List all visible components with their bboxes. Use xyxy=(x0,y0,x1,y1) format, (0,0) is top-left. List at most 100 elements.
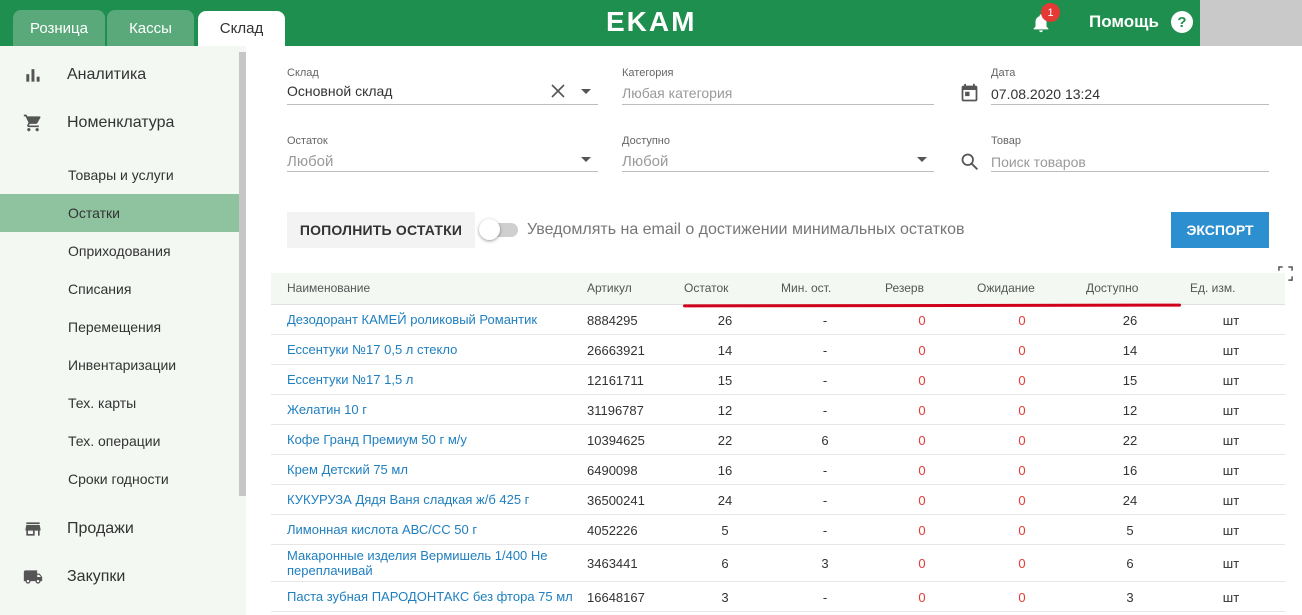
cell-reserve: 0 xyxy=(918,313,926,328)
table-row[interactable]: Ессентуки №17 0,5 л стекло 26663921 14 - 0 0 1… xyxy=(271,335,1285,365)
cell-waiting: 0 xyxy=(1018,343,1026,358)
cell-waiting: 0 xyxy=(1018,523,1026,538)
search-icon[interactable] xyxy=(959,151,980,172)
sidebar-item-expiry-dates[interactable]: Сроки годности xyxy=(0,460,239,498)
table-row[interactable]: Желатин 10 г 31196787 12 - 0 0 12 шт xyxy=(271,395,1285,425)
sidebar-item-purchases[interactable]: Закупки xyxy=(0,557,239,597)
chevron-down-icon[interactable] xyxy=(581,89,591,94)
sidebar-item-tech-cards[interactable]: Тех. карты xyxy=(0,384,239,422)
column-header-name[interactable]: Наименование xyxy=(287,281,370,295)
cell-balance: 12 xyxy=(717,403,733,418)
table-row[interactable]: Кофе Гранд Премиум 50 г м/у 10394625 22 6 0 0… xyxy=(271,425,1285,455)
cell-unit: шт xyxy=(1222,556,1240,571)
cell-sku: 6490098 xyxy=(587,463,638,478)
warehouse-select[interactable]: Основной склад xyxy=(287,83,392,99)
top-bar: Розница Кассы Склад EKAM 1 Помощь ? xyxy=(0,0,1302,46)
cell-unit: шт xyxy=(1222,343,1240,358)
sidebar-item-label: Продажи xyxy=(67,520,134,537)
table-row[interactable]: Ессентуки №17 1,5 л 12161711 15 - 0 0 15 шт xyxy=(271,365,1285,395)
help-link[interactable]: Помощь xyxy=(1089,12,1159,32)
category-label: Категория xyxy=(622,67,674,79)
product-name-link[interactable]: Крем Детский 75 мл xyxy=(287,462,577,477)
sidebar-item-tech-operations[interactable]: Тех. операции xyxy=(0,422,239,460)
table-row[interactable]: Макаронные изделия Вермишель 1/400 Не пе… xyxy=(271,545,1285,582)
cell-available: 6 xyxy=(1126,556,1134,571)
user-avatar[interactable] xyxy=(1200,0,1302,46)
warehouse-underline xyxy=(287,104,598,105)
notify-toggle-knob[interactable] xyxy=(479,219,500,240)
column-header-sku[interactable]: Артикул xyxy=(587,281,632,295)
table-row[interactable]: Лимонная кислота АВС/СС 50 г 4052226 5 - 0 0 5… xyxy=(271,515,1285,545)
sidebar-item-nomenclature[interactable]: Номенклатура xyxy=(0,103,239,143)
cart-icon xyxy=(23,114,41,132)
available-select[interactable]: Любой xyxy=(622,153,668,170)
cell-sku: 8884295 xyxy=(587,313,638,328)
cell-sku: 4052226 xyxy=(587,523,638,538)
help-icon[interactable]: ? xyxy=(1171,11,1193,33)
fill-balances-button[interactable]: ПОПОЛНИТЬ ОСТАТКИ xyxy=(287,212,475,248)
product-name-link[interactable]: Ессентуки №17 0,5 л стекло xyxy=(287,342,577,357)
cell-available: 12 xyxy=(1122,403,1138,418)
notification-badge: 1 xyxy=(1041,3,1060,22)
cell-reserve: 0 xyxy=(918,590,926,605)
product-search-input[interactable]: Поиск товаров xyxy=(991,154,1086,170)
cell-waiting: 0 xyxy=(1018,493,1026,508)
column-header-available[interactable]: Доступно xyxy=(1086,281,1138,295)
product-name-link[interactable]: Лимонная кислота АВС/СС 50 г xyxy=(287,522,577,537)
column-header-balance[interactable]: Остаток xyxy=(684,281,728,295)
sidebar-item-sales[interactable]: Продажи xyxy=(0,509,239,549)
balance-select[interactable]: Любой xyxy=(287,153,333,170)
chevron-down-icon[interactable] xyxy=(917,157,927,162)
sidebar-item-goods-services[interactable]: Товары и услуги xyxy=(0,156,239,194)
sidebar-item-inventories[interactable]: Инвентаризации xyxy=(0,346,239,384)
cell-available: 3 xyxy=(1126,590,1134,605)
sidebar-item-analytics[interactable]: Аналитика xyxy=(0,55,239,95)
date-input[interactable]: 07.08.2020 13:24 xyxy=(991,86,1100,102)
sidebar-item-balances[interactable]: Остатки xyxy=(0,194,239,232)
cell-available: 15 xyxy=(1122,373,1138,388)
column-header-waiting[interactable]: Ожидание xyxy=(977,281,1035,295)
app-logo[interactable]: EKAM xyxy=(606,6,696,38)
sidebar-item-label: Закупки xyxy=(67,568,126,585)
cell-sku: 16648167 xyxy=(587,590,645,605)
cell-balance: 16 xyxy=(717,463,733,478)
product-name-link[interactable]: Макаронные изделия Вермишель 1/400 Не пе… xyxy=(287,548,577,578)
sidebar-item-write-offs[interactable]: Списания xyxy=(0,270,239,308)
category-input[interactable]: Любая категория xyxy=(622,85,732,101)
product-name-link[interactable]: Паста зубная ПАРОДОНТАКС без фтора 75 мл xyxy=(287,589,577,604)
table-row[interactable]: КУКУРУЗА Дядя Ваня сладкая ж/б 425 г 3650… xyxy=(271,485,1285,515)
product-name-link[interactable]: Желатин 10 г xyxy=(287,402,577,417)
sidebar-scrollbar[interactable] xyxy=(239,52,246,496)
product-name-link[interactable]: Дезодорант КАМЕЙ роликовый Романтик xyxy=(287,312,577,327)
product-name-link[interactable]: Кофе Гранд Премиум 50 г м/у xyxy=(287,432,577,447)
cell-balance: 26 xyxy=(717,313,733,328)
table-row[interactable]: Крем Детский 75 мл 6490098 16 - 0 0 16 шт xyxy=(271,455,1285,485)
chevron-down-icon[interactable] xyxy=(581,157,591,162)
column-header-min-balance[interactable]: Мин. ост. xyxy=(781,281,831,295)
cell-unit: шт xyxy=(1222,433,1240,448)
cell-waiting: 0 xyxy=(1018,556,1026,571)
product-name-link[interactable]: Ессентуки №17 1,5 л xyxy=(287,372,577,387)
product-name-link[interactable]: КУКУРУЗА Дядя Ваня сладкая ж/б 425 г xyxy=(287,492,577,507)
column-header-unit[interactable]: Ед. изм. xyxy=(1190,281,1235,295)
sidebar-item-transfers[interactable]: Перемещения xyxy=(0,308,239,346)
cell-unit: шт xyxy=(1222,590,1240,605)
column-header-reserve[interactable]: Резерв xyxy=(885,281,924,295)
tab-cashboxes[interactable]: Кассы xyxy=(107,10,194,46)
sidebar-item-label: Аналитика xyxy=(67,66,147,83)
sidebar-item-receipts[interactable]: Оприходования xyxy=(0,232,239,270)
table-row[interactable]: Дезодорант КАМЕЙ роликовый Романтик 88842… xyxy=(271,305,1285,335)
cell-reserve: 0 xyxy=(918,403,926,418)
cell-min-balance: - xyxy=(822,463,828,478)
tab-retail[interactable]: Розница xyxy=(13,10,105,46)
available-underline xyxy=(622,171,934,172)
clear-icon[interactable] xyxy=(551,84,565,98)
tab-warehouse[interactable]: Склад xyxy=(198,11,285,46)
table-row[interactable]: Паста зубная ПАРОДОНТАКС без фтора 75 мл… xyxy=(271,582,1285,612)
cell-min-balance: 3 xyxy=(821,556,829,571)
product-underline xyxy=(991,171,1269,172)
available-label: Доступно xyxy=(622,135,671,147)
cell-unit: шт xyxy=(1222,403,1240,418)
calendar-icon[interactable] xyxy=(959,83,980,104)
export-button[interactable]: ЭКСПОРТ xyxy=(1171,212,1269,248)
